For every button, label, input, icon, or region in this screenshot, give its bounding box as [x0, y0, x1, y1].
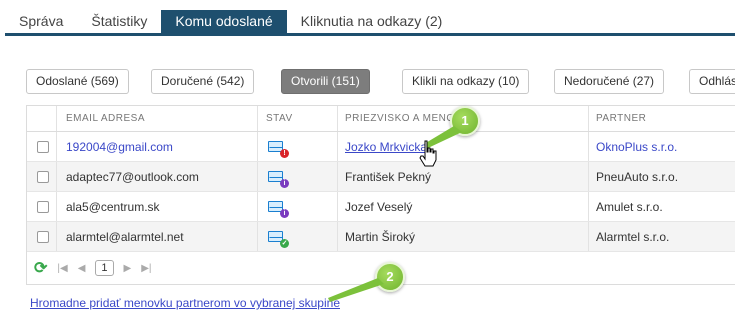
- table-header: EMAIL ADRESA STAV PRIEZVISKO A MENO PART…: [27, 106, 735, 132]
- filter-klikli-button[interactable]: Klikli na odkazy (10): [402, 69, 530, 94]
- tab-komu-odoslane[interactable]: Komu odoslané: [161, 10, 287, 33]
- filter-dorucene-button[interactable]: Doručené (542): [151, 69, 255, 94]
- first-page-icon[interactable]: |◀: [57, 263, 67, 274]
- filter-odhlasenie-button[interactable]: Odhlás: [689, 69, 735, 94]
- row-checkbox[interactable]: [37, 230, 49, 243]
- next-page-icon[interactable]: ▶: [124, 263, 132, 274]
- hand-cursor-icon: [418, 140, 440, 171]
- recipients-table: EMAIL ADRESA STAV PRIEZVISKO A MENO PART…: [26, 105, 735, 285]
- table-row[interactable]: alarmtel@alarmtel.net ✓ Martin Široký Al…: [27, 222, 735, 252]
- status-error-icon: !: [268, 140, 289, 158]
- name-cell: František Pekný: [345, 169, 432, 184]
- callout-2-arrow: [328, 278, 384, 302]
- tab-statistiky[interactable]: Štatistiky: [77, 10, 161, 33]
- filter-nedorucene-button[interactable]: Nedoručené (27): [554, 69, 665, 94]
- header-select: [27, 106, 57, 131]
- row-checkbox[interactable]: [37, 200, 49, 213]
- filter-otvorili-button[interactable]: Otvorili (151): [281, 69, 370, 94]
- partner-cell: Alarmtel s.r.o.: [596, 229, 670, 244]
- current-page[interactable]: 1: [95, 260, 114, 276]
- refresh-icon[interactable]: ⟳: [34, 258, 47, 278]
- header-status[interactable]: STAV: [258, 106, 338, 131]
- status-ok-icon: ✓: [268, 230, 289, 248]
- email-link[interactable]: 192004@gmail.com: [66, 140, 173, 154]
- email-cell: ala5@centrum.sk: [66, 199, 160, 214]
- name-cell: Martin Široký: [345, 229, 416, 244]
- status-info-icon: i: [268, 200, 289, 218]
- prev-page-icon[interactable]: ◀: [78, 263, 86, 274]
- header-partner[interactable]: PARTNER: [589, 106, 735, 131]
- row-checkbox[interactable]: [37, 140, 49, 153]
- partner-cell: PneuAuto s.r.o.: [596, 169, 679, 184]
- tab-kliknutia[interactable]: Kliknutia na odkazy (2): [287, 10, 457, 33]
- last-page-icon[interactable]: ▶|: [141, 263, 151, 274]
- bulk-add-tag-link[interactable]: Hromadne pridať menovku partnerom vo vyb…: [30, 296, 340, 310]
- email-cell: alarmtel@alarmtel.net: [66, 229, 184, 244]
- tab-sprava[interactable]: Správa: [5, 10, 77, 33]
- name-cell: Jozef Veselý: [345, 199, 413, 214]
- header-email[interactable]: EMAIL ADRESA: [57, 106, 258, 131]
- name-link[interactable]: Jozko Mrkvicka: [345, 140, 427, 154]
- row-checkbox[interactable]: [37, 170, 49, 183]
- table-row[interactable]: adaptec77@outlook.com i František Pekný …: [27, 162, 735, 192]
- table-row[interactable]: 192004@gmail.com ! Jozko Mrkvicka OknoPl…: [27, 132, 735, 162]
- email-cell: adaptec77@outlook.com: [66, 169, 199, 184]
- table-row[interactable]: ala5@centrum.sk i Jozef Veselý Amulet s.…: [27, 192, 735, 222]
- partner-link[interactable]: OknoPlus s.r.o.: [596, 140, 677, 154]
- filter-odoslane-button[interactable]: Odoslané (569): [26, 69, 129, 94]
- tab-bar: Správa Štatistiky Komu odoslané Kliknuti…: [5, 10, 735, 36]
- partner-cell: Amulet s.r.o.: [596, 199, 663, 214]
- status-info-icon: i: [268, 170, 289, 188]
